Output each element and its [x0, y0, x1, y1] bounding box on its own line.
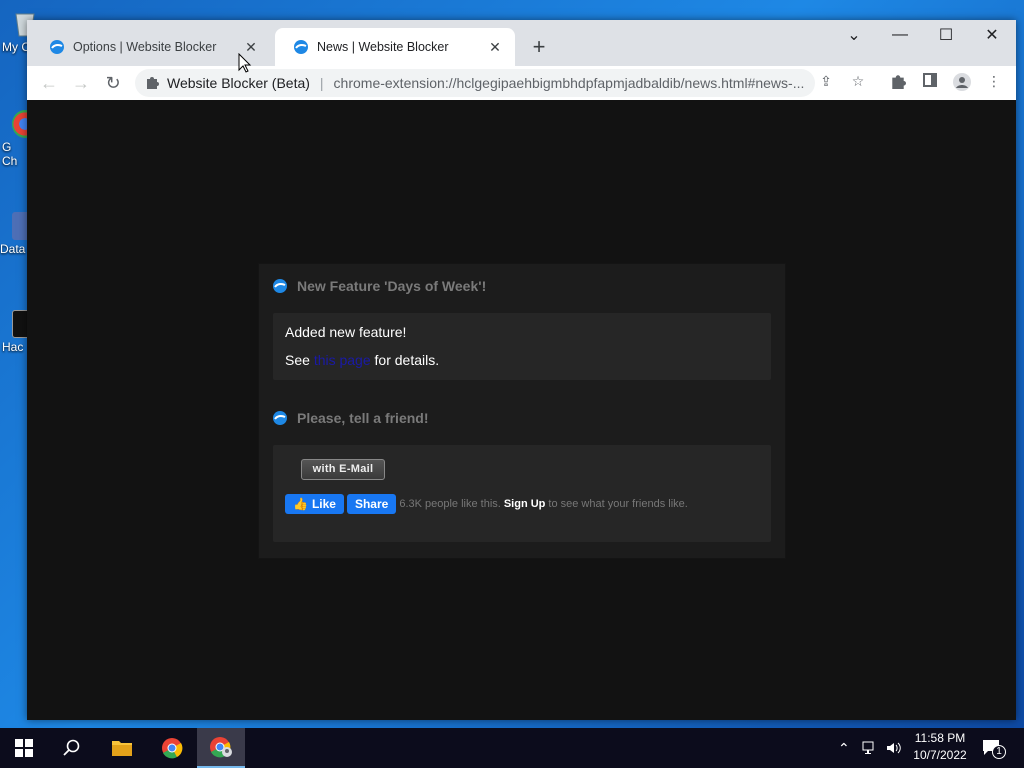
browser-toolbar: ← → ↻ Website Blocker (Beta) | chrome-ex… [27, 66, 1016, 100]
tab-strip: Options | Website Blocker ✕ News | Websi… [27, 20, 1016, 66]
taskbar-clock[interactable]: 11:58 PM 10/7/2022 [906, 730, 974, 764]
tab-news[interactable]: News | Website Blocker ✕ [275, 28, 515, 66]
feature-line1: Added new feature! [285, 324, 407, 340]
news-panel: New Feature 'Days of Week'! Added new fe… [258, 263, 786, 559]
extension-name: Website Blocker (Beta) [167, 75, 310, 91]
notification-center-icon[interactable]: 1 [982, 728, 1006, 768]
puzzle-icon [145, 75, 159, 92]
facebook-like-button[interactable]: 👍 Like [285, 494, 344, 514]
tab-options[interactable]: Options | Website Blocker ✕ [31, 28, 271, 66]
windows-logo-icon [15, 739, 33, 757]
this-page-link[interactable]: this page [314, 352, 371, 368]
profile-avatar-icon[interactable] [953, 73, 971, 91]
website-blocker-logo-icon [272, 410, 288, 426]
chrome-profile-taskbar-button[interactable] [197, 728, 245, 768]
search-icon [63, 739, 80, 756]
chrome-profile-icon [210, 737, 232, 758]
maximize-button[interactable]: ☐ [923, 20, 969, 50]
volume-icon[interactable] [886, 728, 902, 768]
tab-search-chevron-down-icon[interactable]: ⌄ [831, 20, 877, 50]
extensions-puzzle-icon[interactable] [889, 73, 907, 91]
thumbs-up-icon: 👍 [293, 497, 308, 511]
fb-rest: to see what your friends like. [548, 498, 688, 510]
see-text: See [285, 352, 310, 368]
fb-like-label: Like [311, 497, 336, 511]
file-explorer-button[interactable] [98, 728, 146, 768]
facebook-like-widget: 👍 Like Share 6.3K people like this. Sign… [285, 494, 688, 514]
side-panel-icon[interactable] [921, 73, 939, 91]
mouse-cursor-icon [238, 53, 252, 73]
clock-date: 10/7/2022 [913, 748, 967, 762]
share-heading: Please, tell a friend! [272, 410, 429, 426]
website-blocker-logo-icon [272, 278, 288, 294]
bookmark-star-icon[interactable]: ☆ [849, 73, 867, 91]
url-text[interactable]: chrome-extension://hclgegipaehbigmbhdpfa… [334, 75, 814, 91]
tab-title: Options | Website Blocker [73, 40, 217, 54]
feature-line2: See this page for details. [273, 346, 771, 374]
share-title: Please, tell a friend! [297, 410, 429, 426]
clock-time: 11:58 PM [914, 731, 966, 745]
chrome-icon [162, 738, 183, 759]
omnibox-separator: | [319, 75, 324, 91]
browser-window: Options | Website Blocker ✕ News | Websi… [27, 20, 1016, 720]
share-icon[interactable]: ⇪ [817, 73, 835, 91]
share-box: with E-Mail 👍 Like Share 6.3K people lik… [273, 445, 771, 542]
page-content: New Feature 'Days of Week'! Added new fe… [27, 100, 1016, 720]
fb-signup-link[interactable]: Sign Up [504, 498, 546, 510]
minimize-button[interactable]: — [877, 20, 923, 50]
address-bar[interactable]: Website Blocker (Beta) | chrome-extensio… [135, 69, 815, 97]
fb-count: 6.3K people like this. [399, 498, 501, 510]
feature-heading: New Feature 'Days of Week'! [272, 278, 486, 294]
website-blocker-favicon-icon [49, 39, 65, 55]
feature-box: Added new feature! See this page for det… [273, 313, 771, 380]
folder-icon [112, 741, 132, 756]
tab-title: News | Website Blocker [317, 40, 449, 54]
reload-button[interactable]: ↻ [101, 71, 125, 95]
tab-close-icon[interactable]: ✕ [487, 39, 503, 55]
share-email-button[interactable]: with E-Mail [301, 459, 385, 480]
facebook-share-button[interactable]: Share [346, 494, 397, 514]
details-text: for details. [370, 352, 440, 368]
website-blocker-favicon-icon [293, 39, 309, 55]
back-button[interactable]: ← [37, 71, 61, 95]
taskbar: ⌃ 11:58 PM 10/7/2022 1 [0, 728, 1024, 768]
show-hidden-icons-chevron-up-icon[interactable]: ⌃ [838, 728, 850, 768]
chrome-taskbar-button[interactable] [148, 728, 196, 768]
search-button[interactable] [48, 728, 96, 768]
notification-badge: 1 [992, 745, 1006, 759]
forward-button[interactable]: → [69, 71, 93, 95]
feature-title: New Feature 'Days of Week'! [297, 278, 487, 294]
close-window-button[interactable]: ✕ [969, 20, 1015, 50]
start-button[interactable] [0, 728, 48, 768]
extension-chip[interactable]: Website Blocker (Beta) [145, 75, 310, 92]
menu-kebab-icon[interactable]: ⋮ [985, 73, 1003, 91]
new-tab-button[interactable]: + [525, 34, 553, 62]
network-icon[interactable] [862, 728, 878, 768]
